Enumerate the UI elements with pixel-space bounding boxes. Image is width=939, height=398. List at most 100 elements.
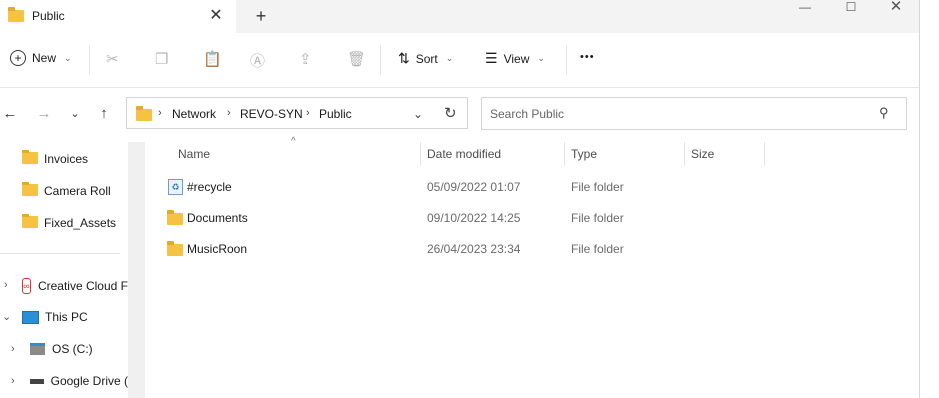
breadcrumb-revo-syn[interactable]: REVO-SYN	[240, 107, 303, 121]
tab-public[interactable]: Public ✕	[0, 0, 236, 33]
file-type: File folder	[571, 211, 624, 225]
sort-ascending-icon: ^	[291, 136, 296, 147]
sidebar-item-this-pc[interactable]: This PC	[22, 310, 88, 324]
copy-icon[interactable]: ❐	[155, 50, 168, 68]
folder-icon	[22, 182, 38, 199]
close-window-button[interactable]: ✕	[885, 0, 907, 14]
sidebar-divider	[0, 253, 120, 254]
column-divider[interactable]	[420, 142, 421, 166]
recent-locations-chevron-icon[interactable]: ⌄	[65, 104, 85, 124]
expand-chevron-icon[interactable]: ›	[11, 343, 15, 355]
new-button[interactable]: + New ⌄	[10, 50, 72, 66]
rename-icon[interactable]: Ⓐ	[250, 50, 265, 71]
file-date-modified: 09/10/2022 14:25	[427, 211, 521, 225]
search-box[interactable]: Search Public ⚲	[481, 97, 907, 130]
search-icon[interactable]: ⚲	[879, 105, 889, 121]
file-name: #recycle	[187, 180, 232, 194]
sidebar-item-invoices[interactable]: Invoices	[22, 150, 88, 167]
back-arrow-icon[interactable]: ←	[0, 104, 20, 124]
new-label: New	[32, 51, 57, 65]
folder-icon	[167, 241, 183, 259]
drive-icon	[30, 378, 44, 384]
breadcrumb-public[interactable]: Public	[319, 107, 352, 121]
table-row[interactable]: Documents 09/10/2022 14:25 File folder	[160, 207, 910, 229]
sidebar-item-camera-roll[interactable]: Camera Roll	[22, 182, 111, 199]
navigation-pane-scrollbar[interactable]	[128, 142, 145, 398]
file-type: File folder	[571, 242, 624, 256]
collapse-chevron-icon[interactable]: ⌄	[2, 310, 11, 323]
sidebar-item-label: Invoices	[44, 151, 89, 166]
sidebar-item-label: Google Drive (	[50, 374, 128, 388]
sidebar-item-creative-cloud[interactable]: ∞ Creative Cloud F	[22, 278, 128, 294]
forward-arrow-icon[interactable]: →	[34, 104, 54, 124]
refresh-icon[interactable]: ↻	[444, 104, 457, 122]
sort-button[interactable]: ⇅ Sort ⌄	[398, 50, 453, 67]
file-type: File folder	[571, 180, 624, 194]
new-tab-button[interactable]: +	[250, 5, 272, 27]
recycle-bin-folder-icon: ♻	[168, 179, 183, 195]
sidebar-item-os-c[interactable]: OS (C:)	[30, 342, 93, 356]
plus-circle-icon: +	[10, 50, 26, 66]
chevron-down-icon: ⌄	[445, 53, 454, 63]
file-date-modified: 26/04/2023 23:34	[427, 242, 521, 256]
sort-label: Sort	[415, 51, 438, 66]
chevron-right-icon[interactable]: ›	[227, 107, 231, 119]
sidebar-item-fixed-assets[interactable]: Fixed_Assets	[22, 214, 116, 231]
column-header-name[interactable]: Name	[178, 147, 210, 161]
up-arrow-icon[interactable]: ↑	[94, 104, 114, 124]
maximize-button[interactable]: ☐	[840, 0, 862, 14]
toolbar-divider	[380, 45, 381, 75]
column-divider[interactable]	[684, 142, 685, 166]
paste-icon[interactable]: 📋	[203, 50, 222, 68]
folder-icon	[167, 210, 183, 228]
file-date-modified: 05/09/2022 01:07	[427, 180, 521, 194]
column-divider[interactable]	[764, 142, 765, 166]
more-options-button[interactable]: •••	[580, 51, 595, 63]
address-bar[interactable]: › Network › REVO-SYN › Public ⌄ ↻	[126, 97, 468, 129]
folder-icon	[8, 7, 24, 25]
creative-cloud-icon: ∞	[22, 278, 31, 294]
breadcrumb-network[interactable]: Network	[172, 107, 216, 121]
delete-icon[interactable]: 🗑	[347, 50, 366, 68]
drive-icon	[30, 343, 45, 355]
sidebar-item-label: This PC	[45, 310, 88, 324]
monitor-icon	[22, 310, 39, 324]
table-row[interactable]: MusicRoon 26/04/2023 23:34 File folder	[160, 238, 910, 260]
column-divider[interactable]	[564, 142, 565, 166]
sidebar-item-label: Creative Cloud F	[37, 279, 128, 293]
tab-title: Public	[32, 9, 65, 23]
folder-icon	[22, 214, 38, 231]
folder-icon	[136, 106, 152, 124]
window-right-edge	[919, 0, 939, 398]
sidebar-item-label: OS (C:)	[52, 342, 93, 356]
table-row[interactable]: ♻ #recycle 05/09/2022 01:07 File folder	[160, 176, 910, 198]
minimize-button[interactable]: —	[794, 0, 816, 14]
expand-chevron-icon[interactable]: ›	[11, 375, 15, 387]
column-header-type[interactable]: Type	[571, 147, 597, 161]
toolbar-divider	[89, 45, 90, 75]
cut-icon[interactable]: ✂	[106, 50, 119, 68]
chevron-right-icon[interactable]: ›	[158, 107, 162, 119]
command-bar	[0, 33, 919, 88]
column-header-size[interactable]: Size	[691, 147, 714, 161]
file-name: MusicRoon	[187, 242, 248, 256]
close-tab-icon[interactable]: ✕	[206, 5, 226, 27]
expand-chevron-icon[interactable]: ›	[4, 279, 8, 291]
chevron-down-icon: ⌄	[537, 53, 545, 63]
folder-icon	[22, 150, 38, 167]
search-input[interactable]: Search Public	[490, 107, 564, 121]
sort-icon: ⇅	[398, 50, 410, 66]
chevron-right-icon[interactable]: ›	[306, 107, 310, 119]
view-label: View	[503, 51, 530, 66]
sidebar-item-label: Fixed_Assets	[44, 215, 117, 230]
file-name: Documents	[187, 211, 248, 225]
address-dropdown-chevron-icon[interactable]: ⌄	[413, 107, 423, 121]
view-list-icon: ☰	[485, 50, 498, 66]
share-icon[interactable]: ⇪	[299, 50, 312, 68]
view-button[interactable]: ☰ View ⌄	[485, 50, 545, 67]
chevron-down-icon: ⌄	[64, 52, 72, 63]
toolbar-divider	[566, 45, 567, 75]
sidebar-item-label: Camera Roll	[44, 183, 111, 198]
sidebar-item-google-drive[interactable]: Google Drive (	[30, 374, 128, 388]
column-header-date-modified[interactable]: Date modified	[427, 147, 501, 161]
